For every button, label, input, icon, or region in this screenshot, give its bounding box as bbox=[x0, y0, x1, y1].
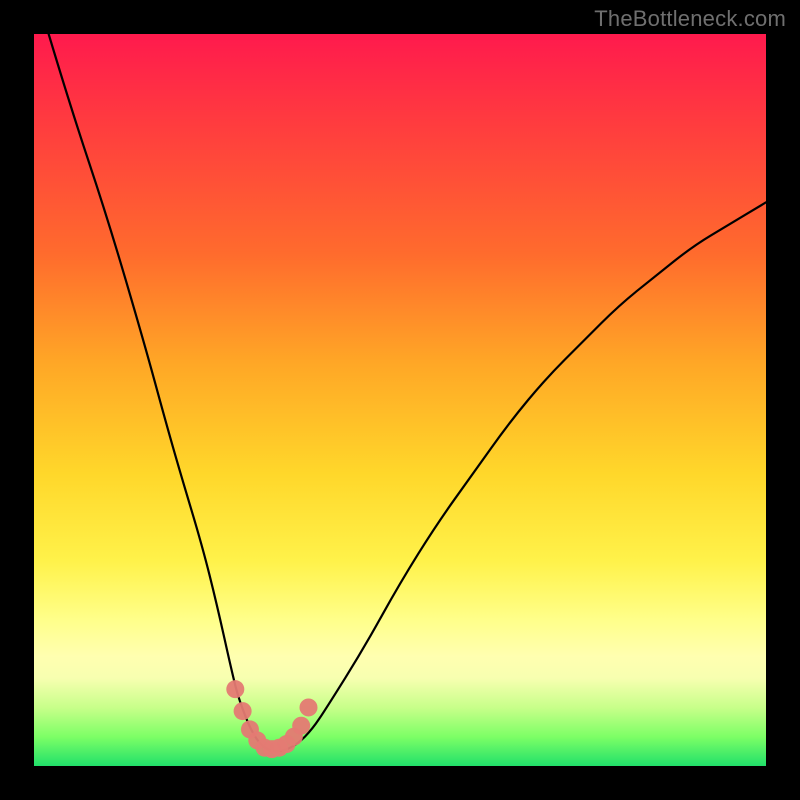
marker-dot bbox=[292, 717, 310, 735]
bottleneck-curve bbox=[49, 34, 766, 751]
marker-dot bbox=[226, 680, 244, 698]
plot-area bbox=[34, 34, 766, 766]
sample-markers bbox=[226, 680, 317, 758]
marker-dot bbox=[234, 702, 252, 720]
chart-svg bbox=[34, 34, 766, 766]
marker-dot bbox=[300, 698, 318, 716]
watermark-text: TheBottleneck.com bbox=[594, 6, 786, 32]
chart-frame: TheBottleneck.com bbox=[0, 0, 800, 800]
